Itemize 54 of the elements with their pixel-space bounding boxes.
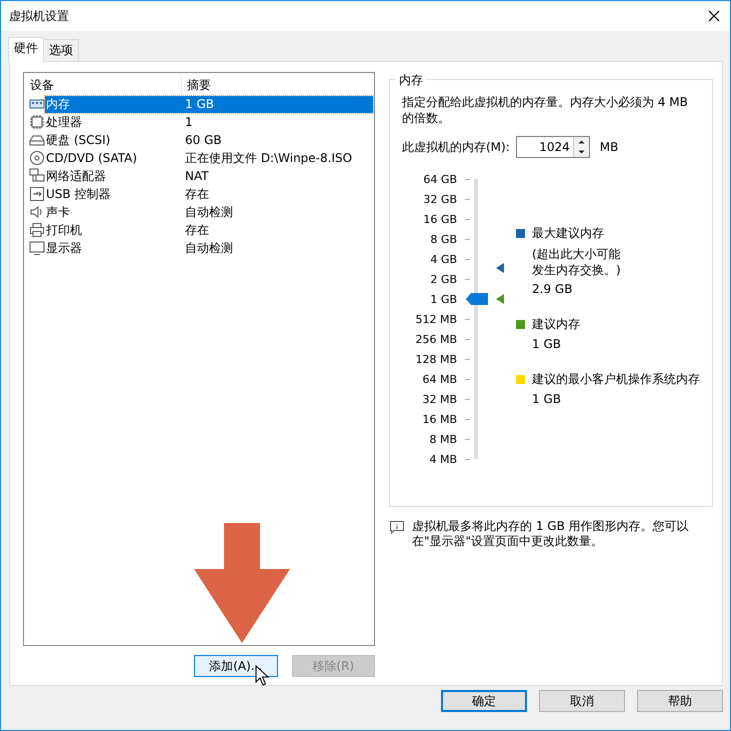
window-title: 虚拟机设置 [9, 8, 69, 24]
device-row[interactable]: 内存 1 GB [45, 96, 373, 112]
legend-note: (超出此大小可能发生内存交换。) [532, 246, 622, 278]
printer-icon [29, 222, 45, 238]
legend-value: 2.9 GB [532, 282, 574, 296]
legend-title: 最大建议内存 [532, 225, 604, 242]
dialog-button[interactable]: 取消 [539, 690, 625, 712]
cdrom-icon [29, 150, 45, 166]
device-row[interactable]: USB 控制器 存在 [45, 186, 373, 202]
display-icon [29, 240, 45, 256]
device-row[interactable]: 显示器 自动检测 [45, 240, 373, 256]
device-row[interactable]: 处理器 1 [45, 114, 373, 130]
device-button[interactable]: 添加(A)... [194, 655, 278, 677]
tick-label: 256 MB [415, 332, 457, 346]
info-text: 虚拟机最多将此内存的 1 GB 用作图形内存。您可以在"显示器"设置页面中更改此数量。 [412, 519, 690, 549]
legend-title: 建议内存 [532, 316, 580, 333]
tick-label: 1 GB [430, 292, 457, 306]
device-row[interactable]: 打印机 存在 [45, 222, 373, 238]
legend-value: 1 GB [532, 337, 562, 351]
description-text: 指定分配给此虚拟机的内存量。内存大小必须为 4 MB 的倍数。 [402, 94, 689, 126]
unit-label: MB [600, 140, 618, 154]
usb-icon [29, 186, 45, 202]
column-header[interactable]: 设备 [30, 76, 182, 94]
tab[interactable]: 硬件 [8, 37, 44, 62]
memory-spinbox[interactable]: 1024 [516, 136, 590, 158]
tick-label: 8 MB [429, 432, 457, 446]
network-icon [29, 168, 45, 184]
tick-label: 32 GB [423, 192, 457, 206]
tick-label: 4 MB [429, 452, 457, 466]
close-icon[interactable] [708, 10, 720, 22]
tick-label: 16 MB [422, 412, 457, 426]
slider-thumb[interactable] [466, 293, 488, 306]
field-label: 此虚拟机的内存(M): [402, 138, 510, 156]
device-row[interactable]: 网络适配器 NAT [45, 168, 373, 184]
tick-label: 64 MB [422, 372, 457, 386]
dialog-button[interactable]: 确定 [441, 690, 527, 712]
tick-label: 4 GB [430, 252, 457, 266]
tick-label: 128 MB [415, 352, 457, 366]
tick-label: 64 GB [423, 172, 457, 186]
tick-label: 2 GB [430, 272, 457, 286]
legend-title: 建议的最小客户机操作系统内存 [532, 371, 700, 388]
legend-value: 1 GB [532, 392, 562, 406]
dialog-button[interactable]: 帮助 [637, 690, 723, 712]
device-row[interactable]: 声卡 自动检测 [45, 204, 373, 220]
column-header[interactable]: 摘要 [182, 76, 373, 94]
cpu-icon [29, 114, 45, 130]
tab[interactable]: 选项 [43, 39, 79, 61]
tick-label: 512 MB [415, 312, 457, 326]
device-row[interactable]: 硬盘 (SCSI) 60 GB [45, 132, 373, 148]
tick-label: 32 MB [422, 392, 457, 406]
tick-label: 16 GB [423, 212, 457, 226]
device-row[interactable]: CD/DVD (SATA) 正在使用文件 D:\Winpe-8.ISO [45, 150, 373, 166]
info-icon [389, 519, 405, 535]
tick-label: 8 GB [430, 232, 457, 246]
